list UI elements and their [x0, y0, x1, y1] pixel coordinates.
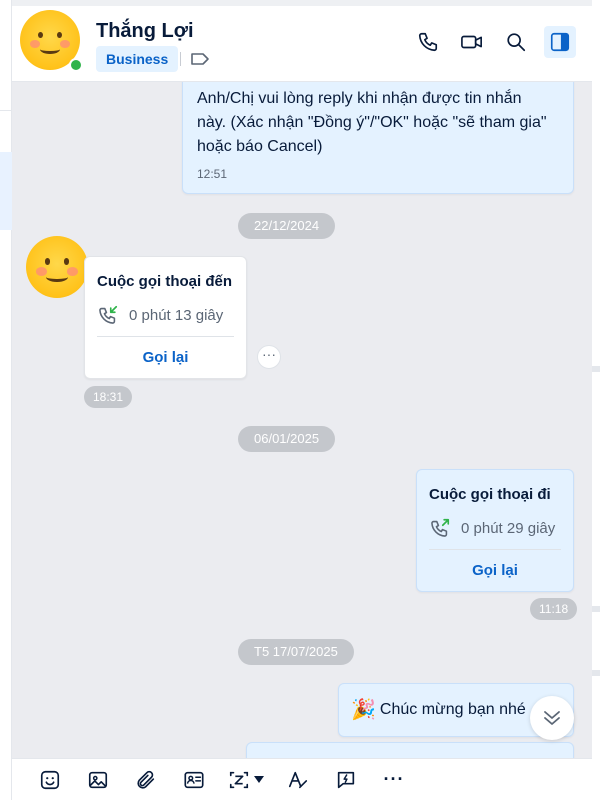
screenshot-icon	[229, 771, 249, 788]
search-icon	[507, 33, 526, 52]
attachment-icon	[137, 770, 155, 789]
sidebar-toggle-icon	[550, 32, 570, 52]
contact-name[interactable]: Thắng Lợi	[96, 20, 194, 43]
text-format-button[interactable]	[274, 762, 322, 798]
party-emoji-icon: 🎉	[351, 699, 376, 721]
call-duration: 0 phút 29 giây	[461, 519, 556, 537]
search-button[interactable]	[500, 26, 532, 58]
phone-icon	[418, 32, 438, 52]
outgoing-call-card[interactable]: Cuộc gọi thoại đi 0 phút 29 giây Gọi lại	[416, 469, 574, 592]
message-text-line: Anh/Chị vui lòng reply khi nhận được tin…	[197, 90, 522, 107]
call-duration: 0 phút 13 giây	[129, 306, 224, 324]
quick-message-button[interactable]	[322, 762, 370, 798]
online-status-dot	[69, 58, 83, 72]
more-icon: ···	[383, 769, 405, 789]
incoming-call-card[interactable]: Cuộc gọi thoại đến 0 phút 13 giây Gọi lạ…	[84, 256, 247, 379]
message-text-line: hoặc báo Cancel)	[197, 138, 323, 155]
outgoing-message-bubble[interactable]	[246, 742, 574, 758]
label-tag-icon[interactable]	[190, 51, 210, 72]
sticker-button[interactable]	[26, 762, 74, 798]
message-time: 18:31	[84, 386, 133, 408]
message-text-line: này. (Xác nhận "Đồng ý"/"OK" hoặc "sẽ th…	[197, 114, 547, 131]
message-text: Chúc mừng bạn nhé	[379, 701, 526, 718]
date-divider: 06/01/2025	[238, 426, 336, 452]
attach-file-button[interactable]	[122, 762, 170, 798]
video-call-button[interactable]	[456, 26, 488, 58]
more-options-button[interactable]: ···	[370, 762, 418, 798]
date-divider: 22/12/2024	[238, 213, 336, 239]
screenshot-button[interactable]	[218, 762, 274, 798]
incoming-call-icon	[99, 305, 118, 324]
call-back-button[interactable]: Gọi lại	[429, 562, 561, 579]
caret-down-icon	[254, 775, 264, 783]
message-time: 12:51	[197, 167, 228, 181]
message-area[interactable]: Anh/Chị vui lòng reply khi nhận được tin…	[12, 82, 592, 758]
divider	[180, 52, 181, 66]
call-title: Cuộc gọi thoại đến	[97, 273, 232, 290]
call-title: Cuộc gọi thoại đi	[429, 486, 551, 503]
send-contact-card-button[interactable]	[170, 762, 218, 798]
double-chevron-down-icon	[544, 711, 560, 725]
selected-conversation-edge[interactable]	[0, 152, 12, 230]
quick-message-icon	[337, 771, 355, 788]
voice-call-button[interactable]	[412, 26, 444, 58]
send-image-button[interactable]	[74, 762, 122, 798]
chat-header: Thắng Lợi Business	[12, 0, 592, 82]
sidebar-toggle-button[interactable]	[544, 26, 576, 58]
contact-card-icon	[184, 771, 204, 788]
right-panel-edge	[592, 0, 600, 800]
scroll-to-bottom-button[interactable]	[530, 696, 574, 740]
message-more-button[interactable]: ···	[257, 345, 281, 369]
business-tag-badge[interactable]: Business	[96, 46, 179, 72]
outgoing-call-icon	[431, 518, 450, 537]
video-call-icon	[461, 35, 482, 49]
composer-toolbar: ···	[12, 758, 592, 800]
sticker-icon	[40, 770, 60, 789]
sender-avatar[interactable]	[26, 236, 88, 298]
image-icon	[88, 771, 108, 788]
conversation-list-edge	[0, 0, 12, 800]
outgoing-message-bubble[interactable]: Anh/Chị vui lòng reply khi nhận được tin…	[182, 82, 574, 194]
call-back-button[interactable]: Gọi lại	[97, 349, 234, 366]
text-format-icon	[288, 771, 308, 788]
message-time: 11:18	[530, 598, 578, 620]
date-divider: T5 17/07/2025	[238, 639, 354, 665]
